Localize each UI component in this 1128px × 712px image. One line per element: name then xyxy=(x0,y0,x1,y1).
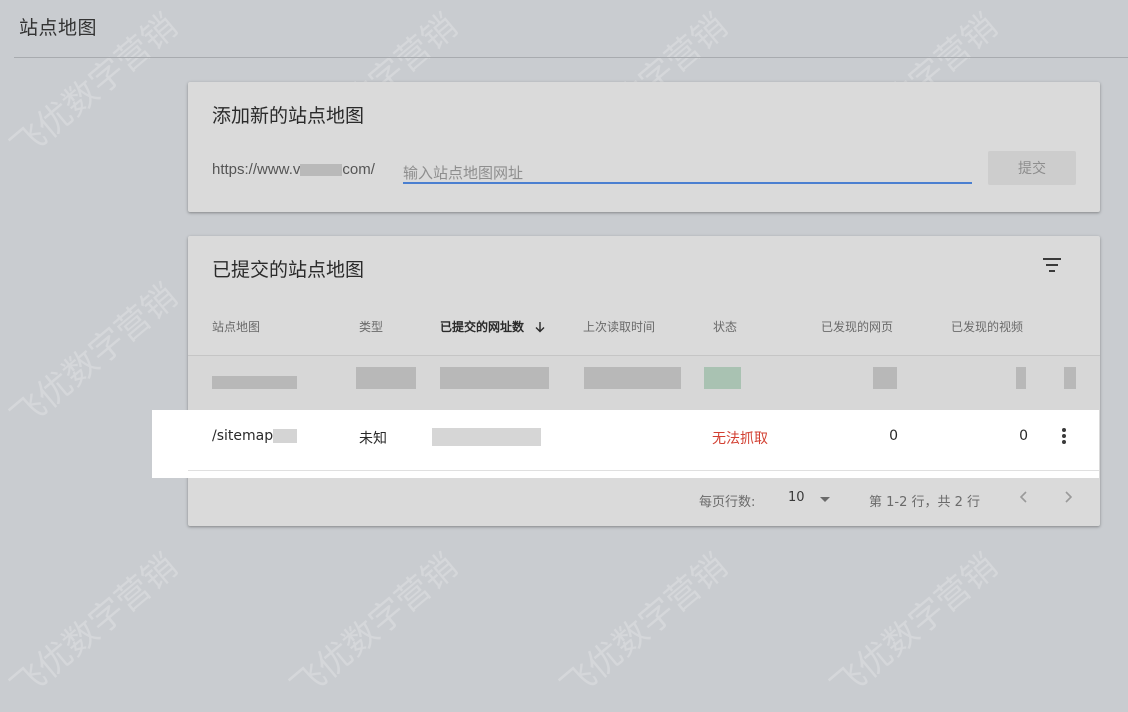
caret-down-icon[interactable] xyxy=(818,494,832,504)
url-prefix-end: com/ xyxy=(342,161,375,178)
sitemap-path: /sitemap xyxy=(212,428,274,444)
column-header-submitted-urls[interactable]: 已提交的网址数 xyxy=(440,318,546,335)
blurred-value xyxy=(440,367,549,389)
discovered-pages-cell: 0 xyxy=(889,428,898,444)
chevron-left-icon[interactable] xyxy=(1016,488,1032,506)
column-header-last-read[interactable]: 上次读取时间 xyxy=(583,318,655,335)
filter-icon[interactable] xyxy=(1040,255,1064,275)
url-prefix: https://www.v com/ xyxy=(212,160,375,178)
sitemap-path-cell[interactable]: /sitemap xyxy=(212,428,298,444)
more-vert-icon[interactable] xyxy=(1054,425,1074,447)
blurred-value xyxy=(212,376,297,389)
blurred-value xyxy=(356,367,416,389)
blurred-value xyxy=(1016,367,1026,389)
table-row-highlighted[interactable] xyxy=(152,410,1099,478)
watermark: 飞优数字营销 xyxy=(283,546,466,709)
redacted-domain xyxy=(300,163,343,176)
type-cell: 未知 xyxy=(359,431,387,447)
blurred-value xyxy=(584,367,681,389)
submitted-sitemaps-title: 已提交的站点地图 xyxy=(212,259,365,281)
page-header: 站点地图 xyxy=(0,0,1128,58)
header-divider xyxy=(14,57,1128,58)
rows-per-page-select[interactable]: 10 xyxy=(788,490,805,505)
column-header-type[interactable]: 类型 xyxy=(359,318,383,335)
discovered-videos-cell: 0 xyxy=(1019,428,1028,444)
rows-per-page-label: 每页行数: xyxy=(699,495,756,510)
column-header-discovered-pages[interactable]: 已发现的网页 xyxy=(821,318,893,335)
column-header-status[interactable]: 状态 xyxy=(713,318,737,335)
pagination-range: 第 1-2 行，共 2 行 xyxy=(869,495,981,510)
add-sitemap-title: 添加新的站点地图 xyxy=(212,105,365,127)
page-title: 站点地图 xyxy=(19,17,98,39)
blurred-submitted-urls xyxy=(432,428,541,446)
status-cell: 无法抓取 xyxy=(712,431,768,447)
chevron-right-icon[interactable] xyxy=(1060,488,1076,506)
watermark: 飞优数字营销 xyxy=(823,546,1006,709)
watermark: 飞优数字营销 xyxy=(553,546,736,709)
blurred-status xyxy=(704,367,741,389)
blurred-value xyxy=(873,367,897,389)
column-header-discovered-videos[interactable]: 已发现的视频 xyxy=(951,318,1023,335)
column-header-sitemap[interactable]: 站点地图 xyxy=(212,318,260,335)
blurred-value xyxy=(1064,367,1076,389)
redacted-sitemap-name xyxy=(273,429,298,443)
submit-button[interactable]: 提交 xyxy=(988,151,1076,185)
watermark: 飞优数字营销 xyxy=(3,546,186,709)
arrow-down-icon xyxy=(535,322,545,333)
sitemap-url-input[interactable] xyxy=(403,160,972,184)
row-divider xyxy=(188,470,1099,471)
url-prefix-start: https://www.v xyxy=(212,161,301,178)
column-header-submitted-urls-label: 已提交的网址数 xyxy=(440,320,525,334)
